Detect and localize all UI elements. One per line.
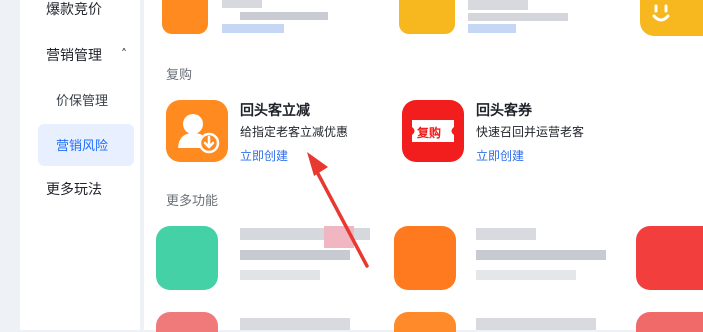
blurred-text [240,318,350,330]
blurred-app-icon[interactable] [394,312,456,332]
chevron-up-icon[interactable]: ˄ [121,47,127,61]
create-now-link[interactable]: 立即创建 [476,147,524,164]
blurred-text [468,13,568,21]
blurred-app-icon[interactable] [636,226,703,290]
card-title: 回头客券 [476,103,532,119]
main-panel: 复购 回头客立减 给指定老客立减优惠 立即创建 复购 回头客券 快速召回并运营老… [144,0,703,332]
card-title: 回头客立减 [240,103,310,119]
blurred-link[interactable] [476,270,576,280]
blurred-app-icon[interactable] [156,226,218,290]
blurred-app-icon[interactable] [394,226,456,290]
blurred-text [324,226,354,248]
blurred-link[interactable] [222,24,284,33]
blurred-text [476,318,596,330]
blurred-app-icon[interactable] [156,312,218,332]
section-title-more-features: 更多功能 [166,194,219,209]
smile-icon[interactable] [640,0,703,36]
blurred-text [476,250,606,260]
sidebar-item-label: 营销风险 [56,139,109,154]
blurred-app-icon[interactable] [636,312,703,332]
card-description: 快速召回并运营老客 [476,125,585,139]
section-title-repurchase: 复购 [166,68,193,83]
blurred-link[interactable] [240,270,320,280]
repurchase-coupon-icon: 复购 [402,100,464,162]
blurred-app-icon[interactable] [162,0,208,34]
create-now-link[interactable]: 立即创建 [240,147,288,164]
card-description: 给指定老客立减优惠 [240,125,349,139]
blurred-text [476,228,536,240]
person-download-icon [166,100,228,162]
blurred-text [240,250,350,260]
coupon-badge-text: 复购 [417,126,442,140]
blurred-text [240,12,328,20]
card-returning-customer-coupon[interactable]: 复购 回头客券 快速召回并运营老客 立即创建 [402,100,622,164]
sidebar-item-marketing-risk[interactable]: 营销风险 [38,124,134,166]
blurred-link[interactable] [468,24,516,33]
blurred-app-icon[interactable] [399,0,455,34]
blurred-text [222,0,262,8]
sidebar: 爆款竞价 营销管理 ˄ 价保管理 营销风险 更多玩法 [20,0,140,330]
card-returning-customer-discount[interactable]: 回头客立减 给指定老客立减优惠 立即创建 [166,100,376,164]
blurred-text [468,0,528,10]
